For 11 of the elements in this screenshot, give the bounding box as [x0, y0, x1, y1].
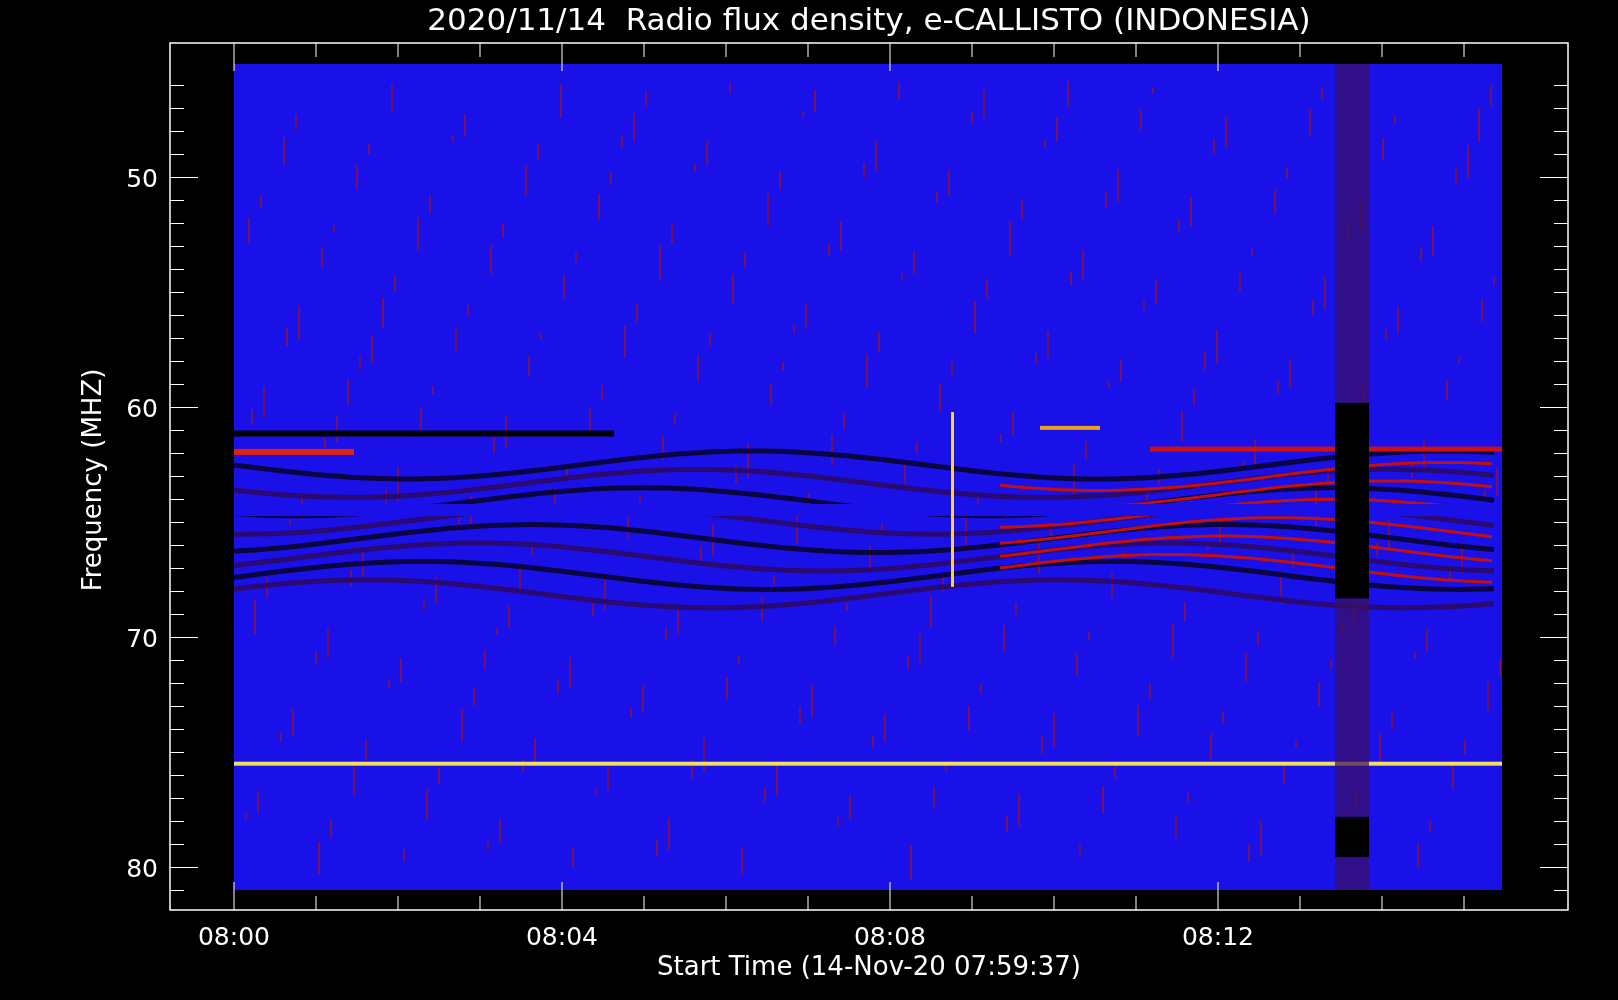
- x-tick-label: 08:08: [854, 922, 926, 951]
- y-axis-label: Frequency (MHZ): [77, 368, 107, 592]
- x-tick-label: 08:04: [526, 922, 598, 951]
- x-tick-label: 08:12: [1182, 922, 1254, 951]
- x-tick-label: 08:00: [198, 922, 270, 951]
- x-axis-label: Start Time (14-Nov-20 07:59:37): [657, 951, 1081, 981]
- y-tick-label: 60: [126, 393, 158, 423]
- y-tick-label: 80: [126, 853, 158, 883]
- y-tick-label: 50: [126, 163, 158, 193]
- chart-title: 2020/11/14 Radio flux density, e-CALLISTO (INDONESIA): [427, 1, 1311, 37]
- y-tick-label: 70: [126, 623, 158, 653]
